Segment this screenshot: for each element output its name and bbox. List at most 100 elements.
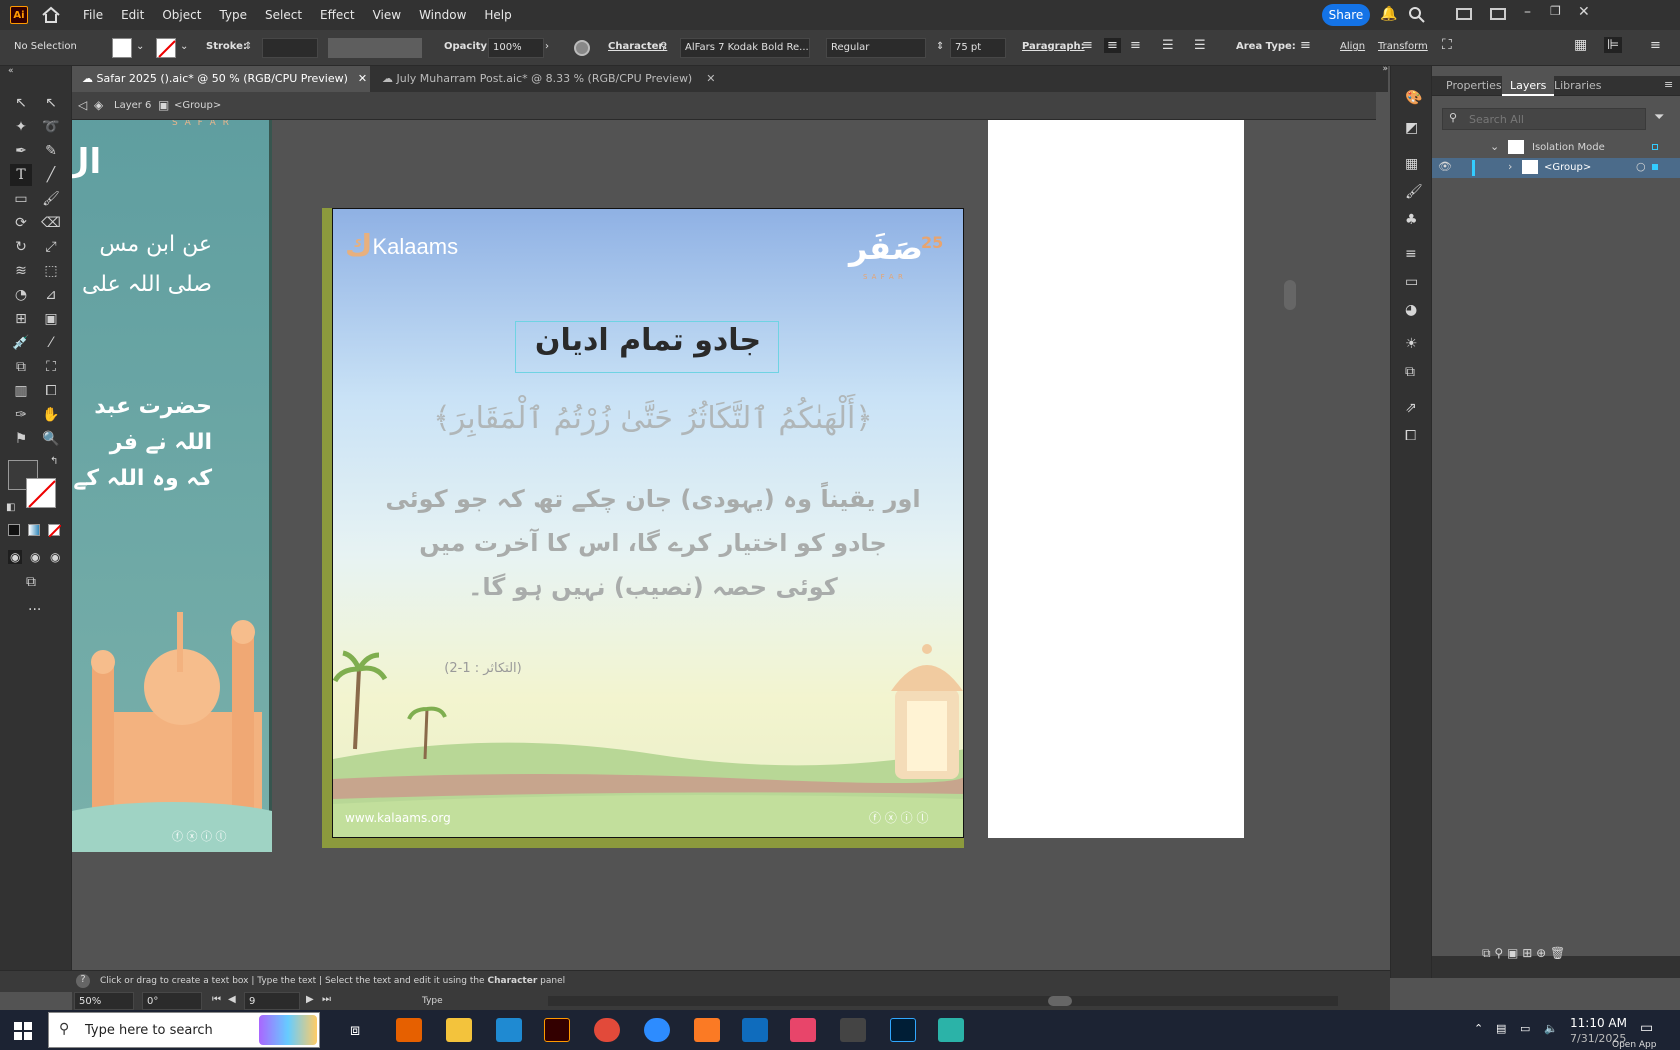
menu-effect[interactable]: Effect [311, 8, 364, 22]
collapse-icon[interactable]: » [1382, 64, 1388, 74]
curvature-tool-icon[interactable]: ✎ [40, 140, 62, 162]
workspace-icon[interactable] [1490, 8, 1506, 20]
area-type-icon[interactable]: ≡ [1300, 38, 1311, 53]
transform-each-icon[interactable]: ⛶ [1442, 37, 1452, 53]
draw-inside-icon[interactable]: ◉ [50, 550, 60, 564]
selection-tool-icon[interactable]: ↖ [10, 92, 32, 114]
symbol-sprayer-tool-icon[interactable]: ⛶ [40, 356, 62, 378]
color-guide-icon[interactable]: ◩ [1405, 120, 1418, 136]
font-style-field[interactable]: Regular [826, 38, 926, 58]
appearance-icon[interactable]: ☀ [1405, 336, 1418, 352]
menu-select[interactable]: Select [256, 8, 311, 22]
puppet-warp-tool-icon[interactable]: ⚑ [10, 428, 32, 450]
swap-colors-icon[interactable]: ↰ [50, 456, 58, 467]
previous-artboard-icon[interactable]: ◀ [228, 994, 236, 1005]
notifications-icon[interactable]: ▭ [1640, 1020, 1653, 1036]
canvas[interactable]: S A F A R ال عن ابن مس صلی اللہ علی حضرت… [72, 120, 1376, 972]
free-transform-tool-icon[interactable]: ⬚ [40, 260, 62, 282]
type-tool-icon[interactable]: T [10, 164, 32, 186]
slice-tool-icon[interactable]: ✑ [10, 404, 32, 426]
pen-app-icon[interactable] [840, 1018, 866, 1042]
numbering-icon[interactable]: ☰ [1194, 38, 1206, 53]
post-title[interactable]: جادو تمام ادیان [463, 323, 833, 358]
stroke-swatch[interactable] [156, 38, 176, 58]
minimize-icon[interactable]: – [1524, 4, 1531, 20]
blend-tool-icon[interactable]: ⧉ [10, 356, 32, 378]
left-artboard[interactable]: S A F A R ال عن ابن مس صلی اللہ علی حضرت… [72, 120, 272, 852]
line-tool-icon[interactable]: ╱ [40, 164, 62, 186]
close-window-icon[interactable]: ✕ [1578, 4, 1590, 20]
tray-chevron-icon[interactable]: ⌃ [1474, 1022, 1483, 1035]
visibility-eye-icon[interactable]: 👁 [1438, 160, 1452, 173]
align-right-icon[interactable]: ≡ [1130, 38, 1141, 53]
menu-window[interactable]: Window [410, 8, 475, 22]
task-view-icon[interactable]: ⧈ [350, 1020, 360, 1040]
paragraph-label[interactable]: Paragraph: [1022, 41, 1085, 52]
scale-tool-icon[interactable]: ⤢ [40, 236, 62, 258]
rotate-tool-icon[interactable]: ↻ [10, 236, 32, 258]
artboard-tool-icon[interactable]: ⧠ [40, 380, 62, 402]
transparency-icon[interactable]: ◕ [1405, 302, 1417, 318]
tab-properties[interactable]: Properties [1446, 79, 1502, 92]
stepper-icon[interactable]: ⇕ [244, 41, 252, 52]
variable-width-profile[interactable] [328, 38, 422, 58]
perspective-grid-tool-icon[interactable]: ⊿ [40, 284, 62, 306]
search-icon[interactable] [1408, 6, 1426, 24]
delete-layer-icon[interactable]: 🗑 [1550, 946, 1565, 960]
menu-file[interactable]: File [74, 8, 112, 22]
symbols-icon[interactable]: ♣ [1405, 212, 1418, 228]
home-icon[interactable] [40, 6, 62, 24]
shaper-tool-icon[interactable]: ⟳ [10, 212, 32, 234]
rotation-field[interactable]: 0° [142, 992, 202, 1010]
target-icon[interactable]: ○ [1636, 160, 1646, 173]
xampp-icon[interactable] [694, 1018, 720, 1042]
creative-cloud-icon[interactable] [790, 1018, 816, 1042]
screen-mode-icon[interactable]: ⧉ [26, 574, 36, 590]
export-icon[interactable]: ⇗ [1405, 400, 1417, 416]
breadcrumb-layer[interactable]: Layer 6 [114, 100, 151, 111]
help-icon[interactable]: ? [76, 974, 90, 988]
layer-row-isolation[interactable]: ⌄ Isolation Mode [1432, 138, 1680, 158]
tab-safar-2025[interactable]: ☁ Safar 2025 ().aic* @ 50 % (RGB/CPU Pre… [72, 66, 370, 92]
recolor-icon[interactable] [574, 40, 590, 56]
lasso-tool-icon[interactable]: ➰ [40, 116, 62, 138]
eraser-tool-icon[interactable]: ⌫ [40, 212, 62, 234]
right-artboard[interactable] [988, 120, 1244, 838]
breadcrumb-group[interactable]: <Group> [174, 100, 221, 111]
main-artboard[interactable]: ﻙ Kalaams صَفَر 25 S A F A R جادو تمام ا… [332, 208, 964, 838]
tab-july-muharram[interactable]: ☁ July Muharram Post.aic* @ 8.33 % (RGB/… [372, 66, 715, 92]
font-search-icon[interactable]: ⚲ [660, 41, 667, 52]
restore-icon[interactable]: ❐ [1550, 4, 1561, 18]
vertical-scroll-thumb[interactable] [1284, 280, 1296, 310]
chevron-down-icon[interactable]: ⌄ [180, 41, 188, 52]
transform-link[interactable]: Transform [1378, 41, 1428, 52]
bell-icon[interactable]: 🔔 [1380, 6, 1397, 22]
draw-behind-icon[interactable]: ◉ [30, 550, 40, 564]
graphic-styles-icon[interactable]: ⧉ [1405, 364, 1415, 380]
measure-tool-icon[interactable]: ⁄ [40, 332, 62, 354]
gradient-panel-icon[interactable]: ▭ [1405, 274, 1418, 290]
stroke-weight-field[interactable] [262, 38, 318, 58]
layers-search-input[interactable]: ⚲ Search All [1442, 108, 1646, 130]
align-link[interactable]: Align [1340, 41, 1365, 52]
magic-wand-tool-icon[interactable]: ✦ [10, 116, 32, 138]
collect-export-icon[interactable]: ⧉ [1482, 946, 1491, 960]
fill-swatch[interactable] [112, 38, 132, 58]
warp-tool-icon[interactable]: ≋ [10, 260, 32, 282]
app-icon[interactable] [938, 1018, 964, 1042]
eyedropper-tool-icon[interactable]: 💉 [10, 332, 32, 354]
new-layer-icon[interactable]: ⊕ [1536, 946, 1546, 960]
draw-normal-icon[interactable]: ◉ [8, 550, 23, 564]
next-artboard-icon[interactable]: ▶ [306, 994, 314, 1005]
panel-menu-icon[interactable]: ≡ [1664, 78, 1673, 91]
clock-time[interactable]: 11:10 AM [1570, 1016, 1627, 1030]
brushes-icon[interactable]: 🖌 [1405, 184, 1423, 200]
menu-edit[interactable]: Edit [112, 8, 153, 22]
target-icon[interactable] [1652, 144, 1658, 150]
tab-libraries[interactable]: Libraries [1554, 79, 1602, 92]
default-colors-icon[interactable]: ◧ [6, 502, 15, 513]
paintbrush-tool-icon[interactable]: 🖌 [40, 188, 62, 210]
stroke-panel-icon[interactable]: ≡ [1405, 246, 1417, 262]
character-label[interactable]: Character: [608, 41, 667, 52]
menu-view[interactable]: View [364, 8, 410, 22]
